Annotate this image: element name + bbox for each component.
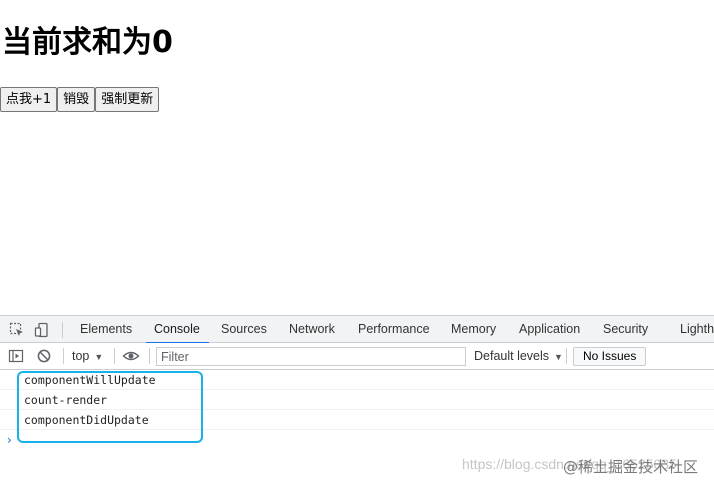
device-toolbar-icon[interactable]: [34, 322, 50, 338]
context-selector-label: top: [72, 349, 90, 363]
eye-icon[interactable]: [122, 348, 140, 364]
button-row: 点我+1 销毁 强制更新: [0, 87, 160, 112]
toolbar-divider: [149, 348, 150, 364]
console-toolbar: top ▼ Default levels ▼ No Issues: [0, 343, 714, 370]
tab-memory[interactable]: Memory: [451, 316, 496, 343]
console-log-line: count-render: [0, 390, 714, 410]
tab-lighthouse[interactable]: Lighth: [680, 316, 714, 343]
toggle-sidebar-icon[interactable]: [8, 348, 24, 364]
filter-input[interactable]: [156, 347, 466, 366]
tab-console[interactable]: Console: [146, 316, 209, 344]
increment-button[interactable]: 点我+1: [0, 87, 58, 112]
toolbar-divider: [566, 348, 567, 364]
console-log-text: componentDidUpdate: [24, 413, 149, 427]
clear-console-icon[interactable]: [36, 348, 52, 364]
toolbar-divider: [63, 348, 64, 364]
devtools-tabbar: Elements Console Sources Network Perform…: [0, 315, 714, 344]
devtools-panel: Elements Console Sources Network Perform…: [0, 315, 714, 489]
console-log-line: componentDidUpdate: [0, 410, 714, 430]
console-prompt-icon[interactable]: ›: [7, 433, 12, 447]
destroy-button[interactable]: 销毁: [57, 87, 96, 112]
tab-network[interactable]: Network: [289, 316, 335, 343]
issues-button[interactable]: No Issues: [573, 347, 647, 366]
chevron-down-icon: ▼: [94, 352, 104, 362]
console-log-line: componentWillUpdate: [0, 370, 714, 390]
brand-watermark: @稀土掘金技术社区: [563, 458, 699, 476]
chevron-down-icon: ▼: [554, 352, 563, 362]
context-selector[interactable]: top ▼: [72, 349, 103, 363]
force-update-button[interactable]: 强制更新: [95, 87, 160, 112]
tab-application[interactable]: Application: [519, 316, 580, 343]
page-heading: 当前求和为0: [2, 25, 173, 60]
log-levels-dropdown[interactable]: Default levels ▼: [474, 349, 563, 363]
console-log-text: count-render: [24, 393, 108, 407]
toolbar-divider: [114, 348, 115, 364]
tab-elements[interactable]: Elements: [80, 316, 132, 343]
console-log-text: componentWillUpdate: [24, 373, 156, 387]
tab-security[interactable]: Security: [603, 316, 648, 343]
tab-sources[interactable]: Sources: [221, 316, 267, 343]
log-levels-label: Default levels: [474, 349, 550, 363]
inspect-element-icon[interactable]: [9, 322, 25, 338]
tab-performance[interactable]: Performance: [358, 316, 430, 343]
tabbar-divider: [62, 322, 63, 338]
